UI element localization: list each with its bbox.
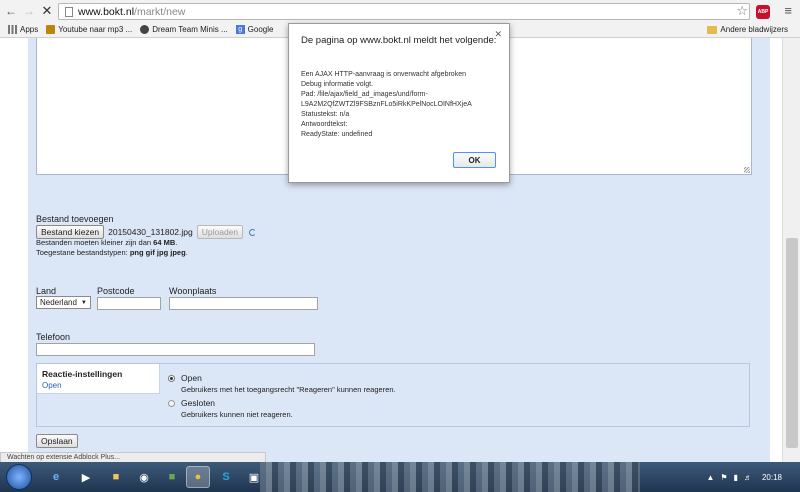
volume-icon[interactable]: ♬: [744, 473, 752, 482]
reaction-settings-tab[interactable]: Reactie-instellingen Open: [37, 364, 160, 394]
country-select[interactable]: Nederland ▼: [36, 296, 91, 309]
system-tray: ▲ ⚑ ▮ ♬ 20:18: [650, 462, 800, 492]
flag-icon[interactable]: ⚑: [720, 473, 727, 482]
loading-spinner-icon: [249, 228, 257, 236]
dialog-message: Een AJAX HTTP-aanvraag is onverwacht afg…: [301, 71, 472, 138]
reaction-option-closed[interactable]: Gesloten Gebruikers kunnen niet reageren…: [168, 398, 293, 419]
file-upload-row: Bestand kiezen 20150430_131802.jpg Uploa…: [36, 225, 257, 239]
bookmark-apps[interactable]: Apps: [8, 25, 38, 34]
forward-icon[interactable]: →: [22, 4, 36, 18]
reaction-option-open[interactable]: Open Gebruikers met het toegangsrecht "R…: [168, 373, 396, 394]
save-button[interactable]: Opslaan: [36, 434, 78, 448]
chosen-file-name: 20150430_131802.jpg: [108, 227, 193, 237]
wallpaper-strip: [260, 462, 640, 492]
taskbar: e ▶ ■ ◉ ■ ● S ▣ ▲ ⚑ ▮ ♬ 20:18: [0, 462, 800, 492]
bookmark-dream-team[interactable]: Dream Team Minis ...: [140, 25, 228, 34]
google-icon: g: [235, 25, 245, 34]
ok-button[interactable]: OK: [453, 152, 496, 168]
page-icon: [65, 6, 73, 17]
radio-closed[interactable]: [168, 400, 175, 407]
scrollbar-thumb[interactable]: [786, 238, 798, 448]
bookmark-star-icon[interactable]: ☆: [736, 3, 748, 19]
phone-label: Telefoon: [36, 332, 71, 342]
chrome-icon[interactable]: ●: [186, 466, 210, 488]
file-section-label: Bestand toevoegen: [36, 214, 114, 224]
city-input[interactable]: [169, 297, 318, 310]
window-icon[interactable]: ▣: [242, 466, 266, 488]
favicon-icon: [140, 25, 150, 34]
stop-loading-icon[interactable]: ✕: [40, 3, 54, 18]
reaction-settings-heading: Reactie-instellingen: [42, 369, 123, 379]
file-types-note: Toegestane bestandstypen: png gif jpg jp…: [36, 248, 188, 257]
other-bookmarks[interactable]: Andere bladwijzers: [707, 25, 788, 34]
reaction-option-open-desc: Gebruikers met het toegangsrecht "Reager…: [181, 385, 396, 394]
start-button[interactable]: [6, 464, 32, 490]
url-host: www.bokt.nl: [78, 5, 135, 18]
minecraft-icon[interactable]: ■: [160, 466, 184, 488]
city-label: Woonplaats: [169, 286, 217, 296]
reaction-option-open-label: Open: [181, 373, 202, 383]
favicon-icon: [46, 25, 56, 34]
radio-open[interactable]: [168, 375, 175, 382]
reaction-settings: Reactie-instellingen Open Open Gebruiker…: [36, 363, 750, 427]
clock[interactable]: 20:18: [762, 473, 782, 482]
bookmark-youtube-mp3[interactable]: Youtube naar mp3 ...: [46, 25, 132, 34]
url-path: /markt/new: [134, 5, 186, 18]
file-size-note: Bestanden moeten kleiner zijn dan 64 MB.: [36, 238, 178, 247]
address-bar[interactable]: www.bokt.nl/markt/new: [58, 3, 750, 20]
adblock-plus-icon[interactable]: ABP: [756, 5, 770, 19]
postcode-label: Postcode: [97, 286, 135, 296]
country-label: Land: [36, 286, 57, 296]
browser-toolbar: ← → ✕ www.bokt.nl/markt/new ☆ ABP ≡: [0, 0, 800, 22]
dialog-title: De pagina op www.bokt.nl meldt het volge…: [301, 35, 497, 46]
resize-grip-icon[interactable]: [744, 167, 750, 173]
apps-grid-icon: [8, 25, 17, 34]
chevron-down-icon: ▼: [80, 299, 87, 306]
phone-input[interactable]: [36, 343, 315, 356]
upload-button[interactable]: Uploaden: [196, 225, 244, 239]
back-icon[interactable]: ←: [4, 4, 18, 18]
skype-icon[interactable]: S: [214, 466, 238, 488]
media-icon[interactable]: ▶: [74, 466, 98, 488]
network-icon[interactable]: ▮: [734, 473, 738, 482]
choose-file-button[interactable]: Bestand kiezen: [36, 225, 105, 239]
reaction-settings-current: Open: [42, 381, 62, 390]
close-icon[interactable]: ✕: [494, 29, 502, 40]
ie-icon[interactable]: e: [44, 466, 68, 488]
app-icon[interactable]: ◉: [132, 466, 156, 488]
menu-icon[interactable]: ≡: [784, 3, 792, 18]
reaction-option-closed-desc: Gebruikers kunnen niet reageren.: [181, 410, 293, 419]
folder-icon: [707, 25, 718, 34]
reaction-option-closed-label: Gesloten: [181, 398, 216, 408]
page-scrollbar[interactable]: [782, 38, 800, 462]
explorer-icon[interactable]: ■: [104, 466, 128, 488]
alert-dialog: De pagina op www.bokt.nl meldt het volge…: [288, 23, 510, 183]
tray-arrow-icon[interactable]: ▲: [706, 473, 714, 482]
bookmark-google[interactable]: g Google: [235, 25, 273, 34]
postcode-input[interactable]: [97, 297, 161, 310]
